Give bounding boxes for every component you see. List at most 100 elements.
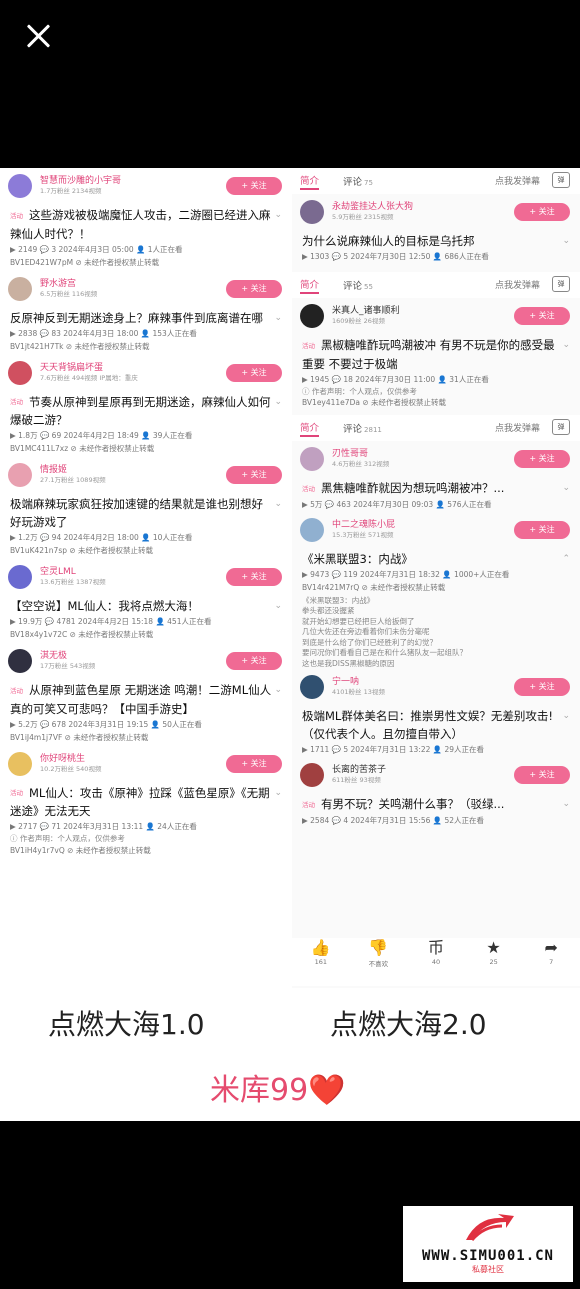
video-meta: ▶ 1945 💬 18 2024年7月30日 11:00 👤 31人正在看 bbox=[302, 374, 489, 384]
chevron-down-icon[interactable]: ⌄ bbox=[562, 336, 570, 354]
video-title: ⌄ 活动 黑焦糖唯酢就因为想玩鸣潮被冲？... bbox=[302, 479, 570, 497]
avatar[interactable] bbox=[8, 463, 32, 487]
chevron-down-icon[interactable]: ⌄ bbox=[562, 479, 570, 497]
author-name[interactable]: 中二之魂陈小屁 bbox=[332, 520, 395, 531]
chevron-down-icon[interactable]: ⌄ bbox=[274, 597, 282, 615]
coin-button[interactable]: 币 40 bbox=[416, 938, 456, 986]
chevron-down-icon[interactable]: ⌄ bbox=[274, 206, 282, 224]
avatar[interactable] bbox=[8, 360, 32, 385]
follow-button[interactable]: + 关注 bbox=[226, 466, 282, 484]
share-button[interactable]: ➦ 7 bbox=[531, 938, 571, 986]
avatar[interactable] bbox=[8, 565, 32, 589]
tab-comments[interactable]: 评论 2811 bbox=[343, 421, 382, 435]
danmu-button[interactable]: 点我发弹幕 bbox=[495, 421, 540, 434]
like-button[interactable]: 👍 161 bbox=[301, 938, 341, 986]
chevron-down-icon[interactable]: ⌄ bbox=[274, 495, 282, 513]
author-declaration: ⓘ 作者声明：个人观点，仅供参考 bbox=[302, 386, 417, 396]
author-name[interactable]: 刃性哥哥 bbox=[332, 449, 389, 460]
follow-button[interactable]: + 关注 bbox=[514, 450, 570, 468]
activity-tag: 活动 bbox=[10, 398, 23, 406]
author-stats: 10.2万粉丝 540视频 bbox=[40, 764, 102, 773]
video-title: ⌄ 极端麻辣玩家疯狂按加速键的结果就是谁也别想好好玩游戏了 bbox=[10, 495, 282, 529]
avatar[interactable] bbox=[300, 447, 324, 471]
chevron-down-icon[interactable]: ⌄ bbox=[562, 707, 570, 725]
avatar[interactable] bbox=[8, 276, 32, 301]
follow-button[interactable]: + 关注 bbox=[226, 177, 282, 195]
chevron-down-icon[interactable]: ⌄ bbox=[274, 393, 282, 411]
video-meta: ▶ 1.8万 💬 69 2024年4月2日 18:49 👤 39人正在看 bbox=[10, 431, 193, 440]
follow-button[interactable]: + 关注 bbox=[514, 203, 570, 221]
author-name[interactable]: 天天背锅扁坏蛋 bbox=[40, 363, 138, 374]
video-meta: ▶ 2838 💬 83 2024年4月3日 18:00 👤 153人正在看 bbox=[10, 328, 197, 338]
tab-comments[interactable]: 评论 55 bbox=[343, 278, 373, 292]
bv-id: BV14r421M7rQ ⊘ 未经作者授权禁止转载 bbox=[302, 582, 446, 592]
author-name[interactable]: 情报姬 bbox=[40, 465, 106, 476]
follow-button[interactable]: + 关注 bbox=[514, 678, 570, 696]
author-stats: 5.9万粉丝 2315视频 bbox=[332, 213, 394, 221]
author-stats: 13.6万粉丝 1387视频 bbox=[40, 578, 106, 586]
author-name[interactable]: 你好呀桃生 bbox=[40, 754, 101, 765]
video-title: ⌄ 活动 节奏从原神到星原再到无期迷途，麻辣仙人如何爆破二游？ bbox=[10, 393, 282, 428]
follow-button[interactable]: + 关注 bbox=[514, 307, 570, 325]
chevron-down-icon[interactable]: ⌄ bbox=[562, 795, 570, 813]
action-bar: 👍 161 👎 不喜欢 币 40 ★ 25 ➦ 7 bbox=[292, 938, 580, 986]
tab-intro[interactable]: 简介 bbox=[300, 277, 320, 294]
author-name[interactable]: 永劫鉴挂达人张大狗 bbox=[332, 202, 413, 213]
close-icon[interactable] bbox=[24, 20, 52, 52]
activity-tag: 活动 bbox=[302, 800, 315, 809]
avatar[interactable] bbox=[8, 751, 32, 776]
author-row: 淇无极 17万粉丝 543视频 + 关注 bbox=[0, 643, 292, 679]
dislike-button[interactable]: 👎 不喜欢 bbox=[358, 938, 398, 986]
video-title: ⌄ 活动 黑椒糖唯酢玩鸣潮被冲 有男不玩是你的感受最重要 不要过于极端 bbox=[302, 336, 570, 371]
chevron-up-icon[interactable]: ⌃ bbox=[562, 550, 570, 568]
avatar[interactable] bbox=[300, 763, 324, 787]
tab-intro[interactable]: 简介 bbox=[300, 173, 320, 190]
chevron-down-icon[interactable]: ⌄ bbox=[274, 784, 282, 802]
chevron-down-icon[interactable]: ⌄ bbox=[274, 681, 282, 699]
video-title: ⌄ 反原神反到无期迷途身上？麻辣事件到底离谱在哪 bbox=[10, 309, 282, 327]
follow-button[interactable]: + 关注 bbox=[226, 754, 282, 773]
tab-bar: 简介 评论 75 点我发弹幕 弹 bbox=[292, 168, 580, 194]
avatar[interactable] bbox=[300, 675, 324, 699]
author-name[interactable]: 米真人_诸事顺利 bbox=[332, 306, 400, 317]
chevron-down-icon[interactable]: ⌄ bbox=[562, 232, 570, 250]
activity-tag: 活动 bbox=[10, 211, 23, 220]
description-line: 拳头都还没握紧 bbox=[302, 606, 355, 615]
tab-comments[interactable]: 评论 75 bbox=[343, 174, 373, 188]
video-meta: ▶ 1303 💬 5 2024年7月30日 12:50 👤 686人正在看 bbox=[302, 252, 489, 261]
star-icon: ★ bbox=[486, 938, 501, 957]
follow-button[interactable]: + 关注 bbox=[226, 363, 282, 382]
author-name[interactable]: 野水游宫 bbox=[40, 279, 97, 290]
author-stats: 6.5万粉丝 116视频 bbox=[40, 289, 98, 298]
favorite-button[interactable]: ★ 25 bbox=[474, 938, 514, 986]
avatar[interactable] bbox=[300, 200, 324, 224]
follow-button[interactable]: + 关注 bbox=[226, 279, 282, 298]
follow-button[interactable]: + 关注 bbox=[514, 520, 570, 539]
video-title: ⌄ 【空空说】ML仙人：我将点燃大海！ bbox=[10, 597, 282, 615]
follow-button[interactable]: + 关注 bbox=[226, 568, 282, 586]
description-line: 要问况你们看看自己是在和什么猪队友一起组队？ bbox=[302, 648, 467, 657]
danmu-button[interactable]: 点我发弹幕 bbox=[495, 174, 540, 187]
author-name[interactable]: 淇无极 bbox=[40, 651, 95, 662]
tab-intro[interactable]: 简介 bbox=[300, 420, 320, 437]
follow-button[interactable]: + 关注 bbox=[226, 652, 282, 670]
avatar[interactable] bbox=[8, 649, 32, 673]
description-line: 《米黑联盟3：内战》 bbox=[302, 595, 375, 605]
danmu-toggle-icon[interactable]: 弹 bbox=[552, 419, 570, 435]
avatar[interactable] bbox=[300, 304, 324, 328]
danmu-button[interactable]: 点我发弹幕 bbox=[495, 278, 540, 291]
author-row: 情报姬 27.1万粉丝 1089视频 + 关注 bbox=[0, 457, 292, 493]
author-name[interactable]: 宁一呐 bbox=[332, 677, 385, 688]
danmu-toggle-icon[interactable]: 弹 bbox=[552, 276, 570, 292]
danmu-toggle-icon[interactable]: 弹 bbox=[552, 172, 570, 188]
follow-button[interactable]: + 关注 bbox=[514, 766, 570, 784]
avatar[interactable] bbox=[8, 174, 32, 198]
avatar[interactable] bbox=[300, 517, 324, 542]
author-stats: 15.3万粉丝 571视频 bbox=[332, 530, 394, 539]
author-name[interactable]: 长离的苦茶子 bbox=[332, 765, 386, 776]
chevron-down-icon[interactable]: ⌄ bbox=[274, 309, 282, 327]
author-name[interactable]: 智慧而沙雕的小宇哥 bbox=[40, 176, 121, 187]
author-name[interactable]: 空灵LML bbox=[40, 567, 106, 578]
video-title: ⌄ 极端ML群体美名曰：推崇男性文娱？无差别攻击!（仅代表个人。且勿擅自带入） bbox=[302, 707, 570, 741]
author-row: 刃性哥哥 4.6万粉丝 312视频 + 关注 bbox=[292, 441, 580, 477]
